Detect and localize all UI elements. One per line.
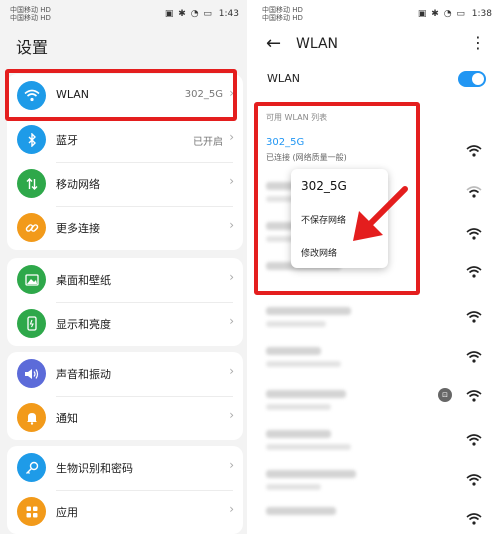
key-icon [17,453,46,482]
settings-item-label: 桌面和壁纸 [56,274,111,287]
settings-item-more-connections[interactable]: 更多连接 › [7,206,243,250]
wifi-signal-icon [466,311,482,323]
annotation-arrow [353,186,408,241]
settings-item-label: 显示和亮度 [56,318,111,331]
wifi-signal-icon [466,351,482,363]
more-options-icon[interactable]: ⋮ [470,33,486,52]
carrier-1: 中国移动 HD [262,6,303,14]
network-item[interactable] [266,468,486,506]
wifi-signal-icon [466,266,482,278]
settings-item-label: 蓝牙 [56,134,78,147]
security-group: 生物识别和密码 › 应用 › [7,446,243,534]
settings-item-apps[interactable]: 应用 › [7,490,243,534]
settings-item-notifications[interactable]: 通知 › [7,396,243,440]
bluetooth-icon [17,125,46,154]
apps-icon [17,497,46,526]
settings-item-value: 已开启 [193,137,223,148]
settings-item-bluetooth[interactable]: 蓝牙 已开启 › [7,118,243,162]
wlan-toggle-label: WLAN [267,72,301,85]
settings-item-sound[interactable]: 声音和振动 › [7,352,243,396]
carrier-2: 中国移动 HD [10,14,51,22]
status-bar: 中国移动 HD 中国移动 HD ▣ ✱ ◔ ▭ 1:38 [252,0,500,26]
wifi-signal-icon [466,228,482,240]
settings-item-display[interactable]: 显示和亮度 › [7,302,243,346]
status-icons: ▣ ✱ ◔ ▭ [417,9,466,19]
carrier-info: 中国移动 HD 中国移动 HD [262,6,303,22]
sound-group: 声音和振动 › 通知 › [7,352,243,440]
settings-item-label: 应用 [56,506,78,519]
bell-icon [17,403,46,432]
chevron-right-icon: › [229,218,234,232]
wlan-toggle[interactable] [458,71,486,87]
status-right: ▣ ✱ ◔ ▭ 1:43 [165,9,239,19]
chevron-right-icon: › [229,408,234,422]
chevron-right-icon: › [229,364,234,378]
wifi-signal-icon [466,145,482,157]
network-item[interactable] [266,428,486,466]
settings-item-label: 生物识别和密码 [56,462,133,475]
network-item[interactable] [266,505,486,534]
settings-item-label: 更多连接 [56,222,100,235]
settings-item-label: 通知 [56,412,78,425]
highlight-box [5,69,237,121]
status-icons: ▣ ✱ ◔ ▭ [164,9,213,19]
clock: 1:38 [471,9,492,19]
wifi-signal-icon [466,390,482,402]
wifi-signal-icon [466,186,482,198]
carrier-info: 中国移动 HD 中国移动 HD [10,6,51,22]
clock: 1:43 [218,9,239,19]
network-item[interactable]: ⊡ [266,388,486,426]
page-title: WLAN [296,36,339,52]
network-item[interactable] [266,345,486,383]
settings-item-mobile-network[interactable]: 移动网络 › [7,162,243,206]
settings-item-label: 移动网络 [56,178,100,191]
status-bar: 中国移动 HD 中国移动 HD ▣ ✱ ◔ ▭ 1:43 [0,0,247,26]
display-group: 桌面和壁纸 › 显示和亮度 › [7,258,243,346]
toggle-knob [472,73,484,85]
chevron-right-icon: › [229,502,234,516]
wallpaper-icon [17,265,46,294]
settings-item-biometrics[interactable]: 生物识别和密码 › [7,446,243,490]
page-title: 设置 [16,38,49,57]
settings-item-label: 声音和振动 [56,368,111,381]
wifi-signal-icon [466,434,482,446]
wifi-signal-icon [466,513,482,525]
display-icon [17,309,46,338]
wlan-toggle-row[interactable]: WLAN [252,66,500,92]
link-icon [17,213,46,242]
chevron-right-icon: › [229,174,234,188]
carrier-1: 中国移动 HD [10,6,51,14]
wifi-signal-icon [466,474,482,486]
settings-item-wallpaper[interactable]: 桌面和壁纸 › [7,258,243,302]
chevron-right-icon: › [229,458,234,472]
back-arrow-icon[interactable]: ← [266,33,281,54]
status-right: ▣ ✱ ◔ ▭ 1:38 [418,9,492,19]
network-item[interactable] [266,305,486,343]
sound-icon [17,359,46,388]
settings-panel: 中国移动 HD 中国移动 HD ▣ ✱ ◔ ▭ 1:43 设置 WLAN 302… [0,0,247,534]
chevron-right-icon: › [229,270,234,284]
top-bar: ← WLAN ⋮ [252,30,500,60]
chevron-right-icon: › [229,314,234,328]
mobile-data-icon [17,169,46,198]
lock-icon: ⊡ [438,388,452,402]
carrier-2: 中国移动 HD [262,14,303,22]
chevron-right-icon: › [229,130,234,144]
